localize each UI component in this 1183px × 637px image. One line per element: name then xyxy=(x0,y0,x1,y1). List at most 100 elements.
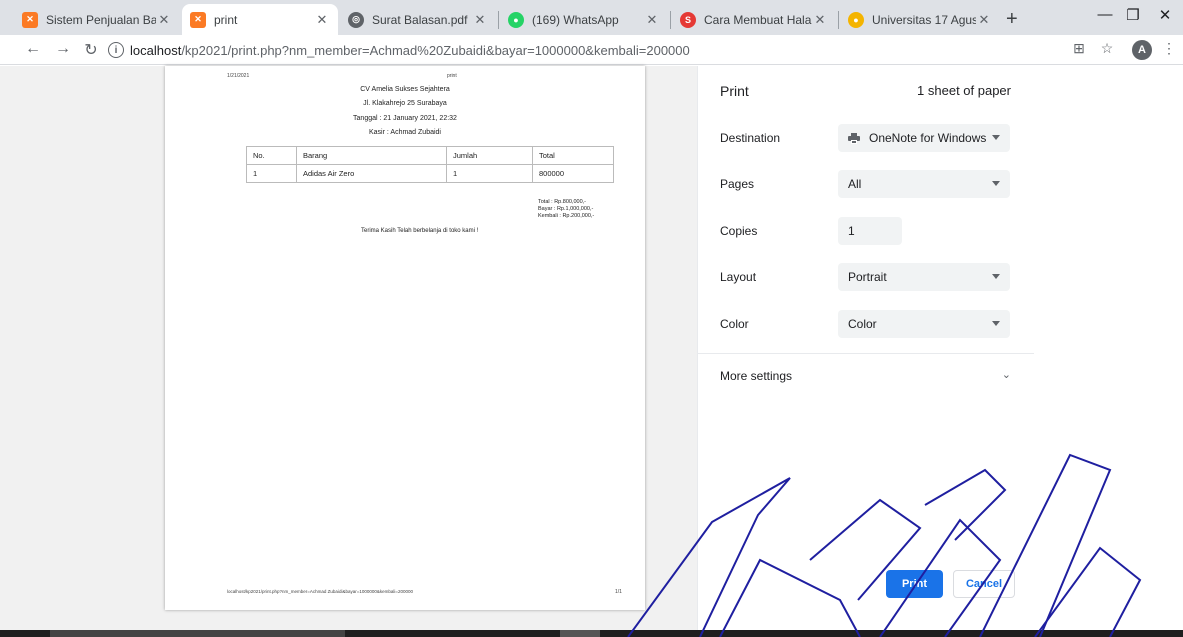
thank-you-message: Terima Kasih Telah berbelanja di toko ka… xyxy=(361,228,479,234)
site-icon: S xyxy=(680,11,696,28)
color-select[interactable]: Color xyxy=(838,310,1010,338)
tab-divider xyxy=(670,11,671,29)
avatar[interactable]: A xyxy=(1132,40,1152,60)
layout-value: Portrait xyxy=(848,270,887,284)
chevron-down-icon xyxy=(992,181,1000,186)
copies-label: Copies xyxy=(720,224,758,238)
col-barang: Barang xyxy=(296,146,447,165)
tab-surat-balasan[interactable]: ◎ Surat Balasan.pdf ✕ xyxy=(340,4,496,35)
print-page-title: print xyxy=(447,73,457,79)
panel-divider xyxy=(698,353,1034,354)
preview-page: 1/21/2021 print CV Amelia Sukses Sejahte… xyxy=(165,66,645,610)
print-date: 1/21/2021 xyxy=(227,73,250,79)
restore-icon[interactable]: ❐ xyxy=(1118,6,1148,24)
pages-select[interactable]: All xyxy=(838,170,1010,198)
cell-total: 800000 xyxy=(532,164,614,183)
url-text: localhost/kp2021/print.php?nm_member=Ach… xyxy=(130,42,690,58)
browser-toolbar: ← → ↻ i localhost/kp2021/print.php?nm_me… xyxy=(0,35,1183,65)
payment-summary: Total : Rp.800,000,- Bayar : Rp.1,000,00… xyxy=(538,199,594,220)
footer-url: localhost/kp2021/print.php?nm_member=Ach… xyxy=(227,589,413,594)
copies-value: 1 xyxy=(848,224,855,238)
close-icon[interactable]: ✕ xyxy=(976,12,992,28)
layout-label: Layout xyxy=(720,270,757,284)
bayar-line: Bayar : Rp.1,000,000,- xyxy=(538,206,594,212)
tab-sistem-penjualan[interactable]: ✕ Sistem Penjualan Baran ✕ xyxy=(14,4,180,35)
back-icon[interactable]: ← xyxy=(22,40,44,58)
tab-whatsapp[interactable]: ● (169) WhatsApp ✕ xyxy=(500,4,668,35)
pages-value: All xyxy=(848,177,862,191)
print-settings-panel: Print 1 sheet of paper Destination OneNo… xyxy=(697,66,1034,630)
taskbar-app[interactable] xyxy=(560,630,600,637)
color-label: Color xyxy=(720,317,749,331)
table-header-row: No. Barang Jumlah Total xyxy=(246,146,614,165)
items-table: No. Barang Jumlah Total 1 Adidas Air Zer… xyxy=(246,146,614,183)
layout-select[interactable]: Portrait xyxy=(838,263,1010,291)
copies-input[interactable]: 1 xyxy=(838,217,902,245)
tab-title: Sistem Penjualan Baran xyxy=(46,12,156,27)
taskbar xyxy=(0,630,1183,637)
table-row: 1 Adidas Air Zero 1 800000 xyxy=(246,164,614,183)
chevron-down-icon[interactable]: ⌄ xyxy=(1002,368,1011,381)
info-icon[interactable]: i xyxy=(108,42,124,58)
close-icon[interactable]: ✕ xyxy=(644,12,660,28)
col-jumlah: Jumlah xyxy=(446,146,533,165)
col-no: No. xyxy=(246,146,297,165)
cancel-button[interactable]: Cancel xyxy=(953,570,1015,598)
tab-cara-membuat[interactable]: S Cara Membuat Halama ✕ xyxy=(672,4,836,35)
col-total: Total xyxy=(532,146,614,165)
tab-title: print xyxy=(214,12,238,27)
chevron-down-icon xyxy=(992,274,1000,279)
address-bar[interactable]: i localhost/kp2021/print.php?nm_member=A… xyxy=(108,39,1048,61)
cell-barang: Adidas Air Zero xyxy=(296,164,447,183)
print-title: Print xyxy=(720,83,749,99)
close-icon[interactable]: ✕ xyxy=(472,12,488,28)
close-icon[interactable]: ✕ xyxy=(314,12,330,28)
xampp-icon: ✕ xyxy=(190,11,206,28)
footer-page-number: 1/1 xyxy=(615,589,622,595)
pages-label: Pages xyxy=(720,177,755,191)
print-button[interactable]: Print xyxy=(886,570,943,598)
reload-icon[interactable]: ↻ xyxy=(80,40,102,60)
color-value: Color xyxy=(848,317,877,331)
close-window-icon[interactable]: ✕ xyxy=(1150,6,1180,24)
university-icon: ● xyxy=(848,11,864,28)
tab-print[interactable]: ✕ print ✕ xyxy=(182,4,338,35)
menu-icon[interactable]: ⋮ xyxy=(1158,40,1180,57)
tab-title: Universitas 17 Agustus xyxy=(872,12,976,27)
more-settings-toggle[interactable]: More settings xyxy=(720,369,792,383)
store-name: CV Amelia Sukses Sejahtera xyxy=(360,86,450,93)
forward-icon[interactable]: → xyxy=(52,40,74,58)
whatsapp-icon: ● xyxy=(508,11,524,28)
close-icon[interactable]: ✕ xyxy=(156,12,172,28)
receipt-date: Tanggal : 21 January 2021, 22:32 xyxy=(353,115,457,122)
xampp-icon: ✕ xyxy=(22,11,38,28)
cell-no: 1 xyxy=(246,164,297,183)
new-tab-button[interactable]: + xyxy=(1006,8,1018,31)
tab-title: Surat Balasan.pdf xyxy=(372,12,468,27)
taskbar-search[interactable] xyxy=(50,630,345,637)
tab-title: (169) WhatsApp xyxy=(532,12,619,27)
close-icon[interactable]: ✕ xyxy=(812,12,828,28)
tab-universitas[interactable]: ● Universitas 17 Agustus ✕ xyxy=(840,4,1000,35)
minimize-icon[interactable]: — xyxy=(1090,6,1120,23)
globe-icon: ◎ xyxy=(348,11,364,28)
bookmark-star-icon[interactable]: ☆ xyxy=(1096,40,1118,57)
destination-select[interactable]: OneNote for Windows xyxy=(838,124,1010,152)
sheet-count: 1 sheet of paper xyxy=(917,83,1011,98)
tab-divider xyxy=(838,11,839,29)
chevron-down-icon xyxy=(992,135,1000,140)
translate-icon[interactable]: ⊞ xyxy=(1068,40,1090,57)
print-preview-area: 1/21/2021 print CV Amelia Sukses Sejahte… xyxy=(0,66,697,630)
chevron-down-icon xyxy=(992,321,1000,326)
kembali-line: Kembali : Rp.200,000,- xyxy=(538,213,595,219)
destination-label: Destination xyxy=(720,131,781,145)
total-line: Total : Rp.800,000,- xyxy=(538,199,587,205)
tab-strip: ✕ Sistem Penjualan Baran ✕ ✕ print ✕ ◎ S… xyxy=(0,0,1183,35)
cell-jumlah: 1 xyxy=(446,164,533,183)
printer-icon xyxy=(848,132,860,144)
store-address: Jl. Klakahrejo 25 Surabaya xyxy=(363,100,447,107)
destination-value: OneNote for Windows xyxy=(869,131,987,145)
tab-title: Cara Membuat Halama xyxy=(704,12,812,27)
tab-divider xyxy=(498,11,499,29)
cashier-name: Kasir : Achmad Zubaidi xyxy=(369,129,441,136)
